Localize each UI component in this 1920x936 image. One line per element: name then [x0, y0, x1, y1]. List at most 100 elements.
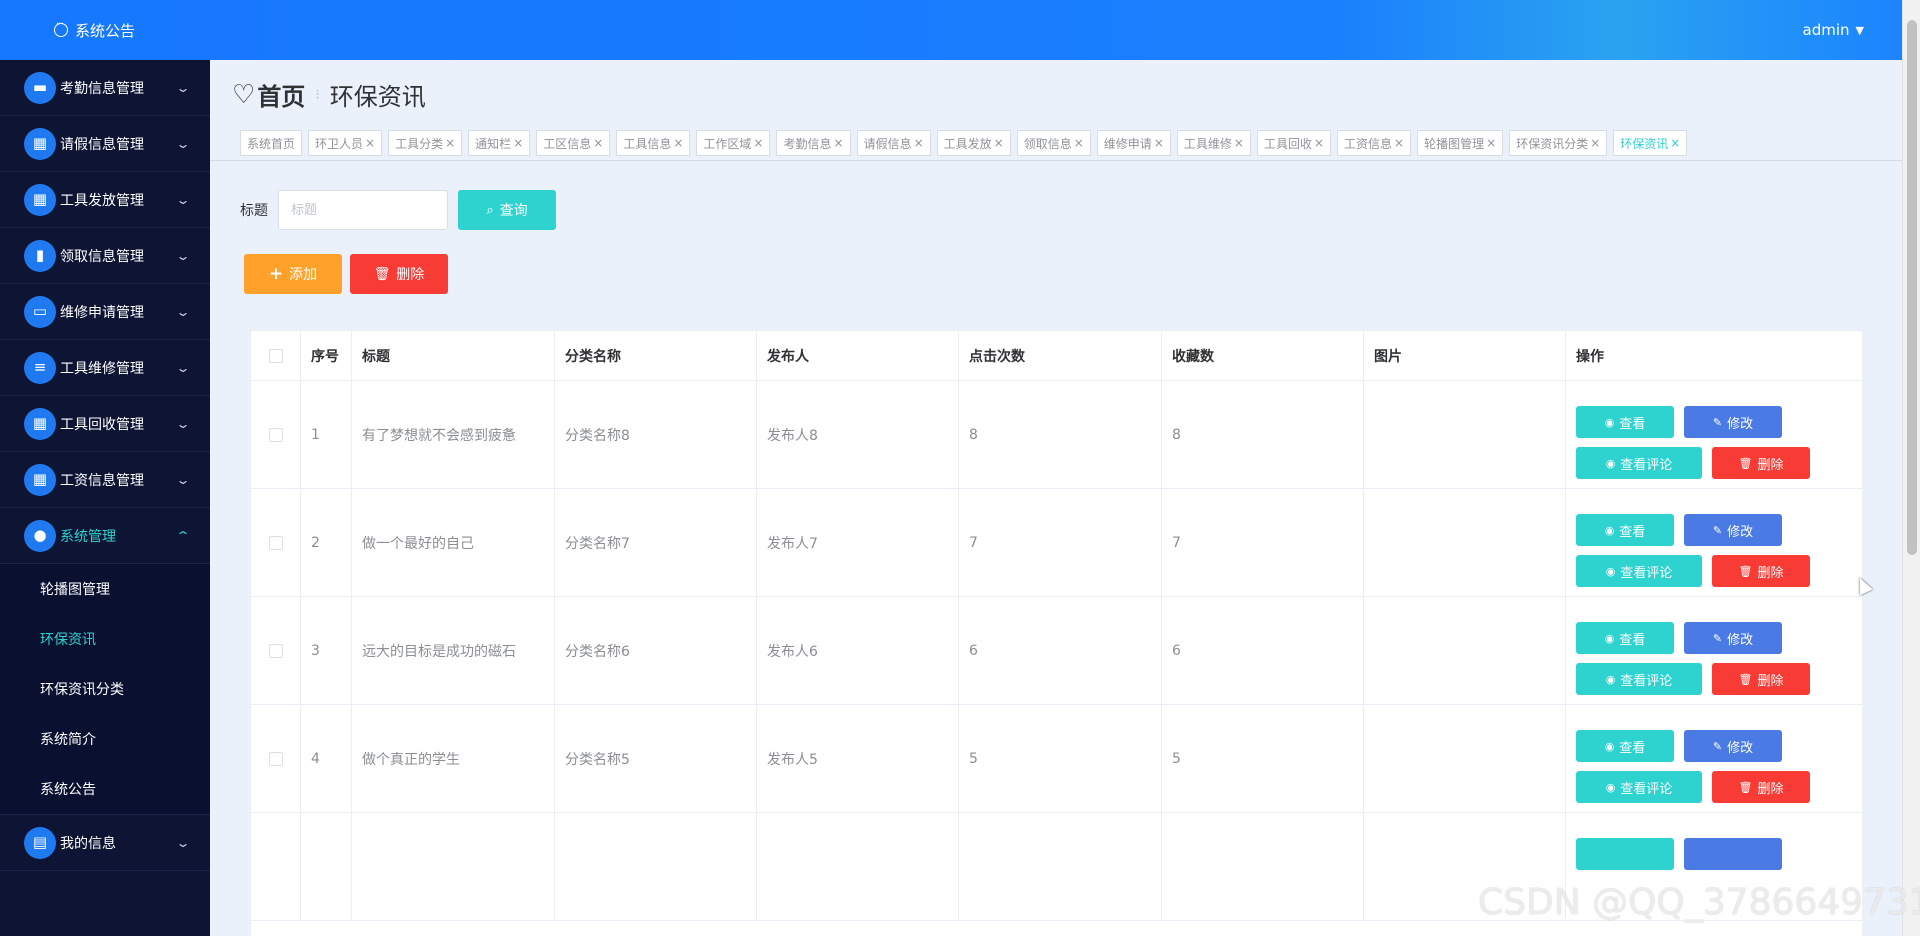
close-icon[interactable]: ×: [1670, 136, 1680, 150]
close-icon[interactable]: ×: [673, 136, 683, 150]
tab-tag[interactable]: 维修申请 ×: [1096, 130, 1171, 156]
edit-button[interactable]: ✎ 修改: [1684, 730, 1782, 762]
tab-tag[interactable]: 轮播图管理 ×: [1417, 130, 1504, 156]
sidebar-item-tool-recycle[interactable]: ▦ 工具回收管理 ⌄: [0, 396, 210, 452]
query-button[interactable]: ⌕ 查询: [458, 190, 556, 230]
breadcrumb-home[interactable]: 首页: [257, 77, 305, 112]
tab-tag[interactable]: 通知栏 ×: [468, 130, 531, 156]
close-icon[interactable]: ×: [1486, 136, 1496, 150]
row-checkbox[interactable]: [268, 751, 283, 766]
tab-tag[interactable]: 工具发放 ×: [936, 130, 1011, 156]
cell-title: [352, 813, 555, 920]
sidebar-item-my-info[interactable]: ▤ 我的信息 ⌄: [0, 815, 210, 871]
sidebar-subitem-carousel[interactable]: 轮播图管理: [0, 564, 210, 614]
user-menu[interactable]: admin ▼: [1803, 21, 1864, 39]
header-category: 分类名称: [555, 331, 757, 380]
close-icon[interactable]: ×: [994, 136, 1004, 150]
view-button[interactable]: ◉ 查看: [1576, 406, 1674, 438]
tab-tag[interactable]: 工具回收 ×: [1256, 130, 1332, 156]
tab-tag[interactable]: 领取信息 ×: [1016, 130, 1091, 156]
row-checkbox[interactable]: [268, 427, 283, 442]
sidebar-item-repair-request[interactable]: ▭ 维修申请管理 ⌄: [0, 284, 210, 340]
tab-tag[interactable]: 考勤信息 ×: [776, 130, 851, 156]
cell-favorites: 6: [1162, 597, 1364, 704]
close-icon[interactable]: ×: [1314, 136, 1324, 150]
delete-row-button[interactable]: 🗑 删除: [1712, 663, 1810, 695]
card-icon: ▤: [24, 826, 56, 859]
view-comments-button[interactable]: ◉ 查看评论: [1576, 663, 1702, 695]
grid-icon: ▦: [24, 463, 56, 496]
tab-tag[interactable]: 工具信息 ×: [616, 130, 691, 156]
tab-tag[interactable]: 请假信息 ×: [856, 130, 931, 156]
tab-tag[interactable]: 工具分类 ×: [388, 130, 463, 156]
eye-icon: ◉: [1604, 631, 1615, 645]
tab-tag[interactable]: 工作区域 ×: [696, 130, 771, 156]
sidebar-item-receive[interactable]: ▮ 领取信息管理 ⌄: [0, 228, 210, 284]
chevron-down-icon: ⌄: [175, 192, 191, 207]
sidebar-item-label: 系统管理: [60, 528, 116, 545]
edit-button[interactable]: ✎ 修改: [1684, 514, 1782, 546]
sidebar-item-leave[interactable]: ▦ 请假信息管理 ⌄: [0, 116, 210, 172]
tab-tag[interactable]: 工资信息 ×: [1337, 130, 1412, 156]
sidebar-item-salary[interactable]: ▦ 工资信息管理 ⌄: [0, 452, 210, 508]
close-icon[interactable]: ×: [1590, 136, 1600, 150]
close-icon[interactable]: ×: [1074, 136, 1084, 150]
view-button[interactable]: ◉ 查看: [1576, 622, 1674, 654]
close-icon[interactable]: ×: [753, 136, 763, 150]
search-title-input[interactable]: [278, 190, 448, 230]
edit-button[interactable]: ✎ 修改: [1684, 622, 1782, 654]
view-button[interactable]: ◉ 查看: [1576, 514, 1674, 546]
edit-button[interactable]: ✎ 修改: [1684, 406, 1782, 438]
view-comments-button[interactable]: ◉ 查看评论: [1576, 555, 1702, 587]
sidebar-item-attendance[interactable]: ▬ 考勤信息管理 ⌄: [0, 60, 210, 116]
tag-label: 轮播图管理: [1424, 136, 1485, 151]
close-icon[interactable]: ×: [1234, 136, 1244, 150]
tab-tag[interactable]: 环保资讯 ×: [1613, 130, 1688, 156]
row-checkbox[interactable]: [268, 535, 283, 550]
sidebar-item-tool-repair[interactable]: ≡ 工具维修管理 ⌄: [0, 340, 210, 396]
tag-label: 工资信息: [1344, 136, 1393, 151]
eye-icon: ◉: [1604, 739, 1615, 753]
chevron-down-icon: ⌄: [175, 360, 191, 375]
tab-tag[interactable]: 工区信息 ×: [536, 130, 611, 156]
close-icon[interactable]: ×: [365, 136, 375, 150]
sidebar-item-tool-issue[interactable]: ▦ 工具发放管理 ⌄: [0, 172, 210, 228]
sidebar-subitem-announcement[interactable]: 系统公告: [0, 764, 210, 814]
sidebar-subitem-eco-news-category[interactable]: 环保资讯分类: [0, 664, 210, 714]
close-icon[interactable]: ×: [445, 136, 455, 150]
row-select-cell: [251, 381, 301, 488]
row-checkbox[interactable]: [268, 643, 283, 658]
close-icon[interactable]: ×: [513, 136, 523, 150]
tab-tag[interactable]: 环卫人员 ×: [308, 130, 383, 156]
delete-row-label: 删除: [1757, 457, 1784, 473]
add-button[interactable]: + 添加: [244, 254, 342, 294]
view-button[interactable]: [1576, 838, 1674, 870]
close-icon[interactable]: ×: [593, 136, 603, 150]
cell-clicks: 8: [959, 381, 1162, 488]
tab-tag[interactable]: 工具维修 ×: [1176, 130, 1251, 156]
scrollbar-thumb[interactable]: [1907, 20, 1917, 555]
close-icon[interactable]: ×: [1154, 136, 1164, 150]
delete-row-button[interactable]: 🗑 删除: [1712, 771, 1810, 803]
delete-row-button[interactable]: 🗑 删除: [1712, 447, 1810, 479]
sidebar-item-label: 考勤信息管理: [60, 80, 144, 97]
tab-tag[interactable]: 系统首页: [240, 130, 303, 156]
view-button[interactable]: ◉ 查看: [1576, 730, 1674, 762]
cell-actions: ◉ 查看 ✎ 修改 ◉ 查看评论 🗑 删除: [1566, 597, 1862, 704]
sidebar-subitem-about[interactable]: 系统简介: [0, 714, 210, 764]
view-comments-button[interactable]: ◉ 查看评论: [1576, 447, 1702, 479]
delete-row-button[interactable]: 🗑 删除: [1712, 555, 1810, 587]
close-icon[interactable]: ×: [834, 136, 844, 150]
close-icon[interactable]: ×: [914, 136, 924, 150]
edit-button[interactable]: [1684, 838, 1782, 870]
view-comments-button[interactable]: ◉ 查看评论: [1576, 771, 1702, 803]
sidebar-subitem-eco-news[interactable]: 环保资讯: [0, 614, 210, 664]
tab-tag[interactable]: 环保资讯分类 ×: [1509, 130, 1608, 156]
sidebar-item-system[interactable]: ● 系统管理 ⌃: [0, 508, 210, 564]
batch-delete-button[interactable]: 🗑 删除: [350, 254, 448, 294]
page-scrollbar[interactable]: [1902, 0, 1920, 936]
header-publisher: 发布人: [757, 331, 959, 380]
plus-icon: +: [268, 264, 284, 284]
close-icon[interactable]: ×: [1394, 136, 1404, 150]
select-all-checkbox[interactable]: [268, 348, 283, 363]
